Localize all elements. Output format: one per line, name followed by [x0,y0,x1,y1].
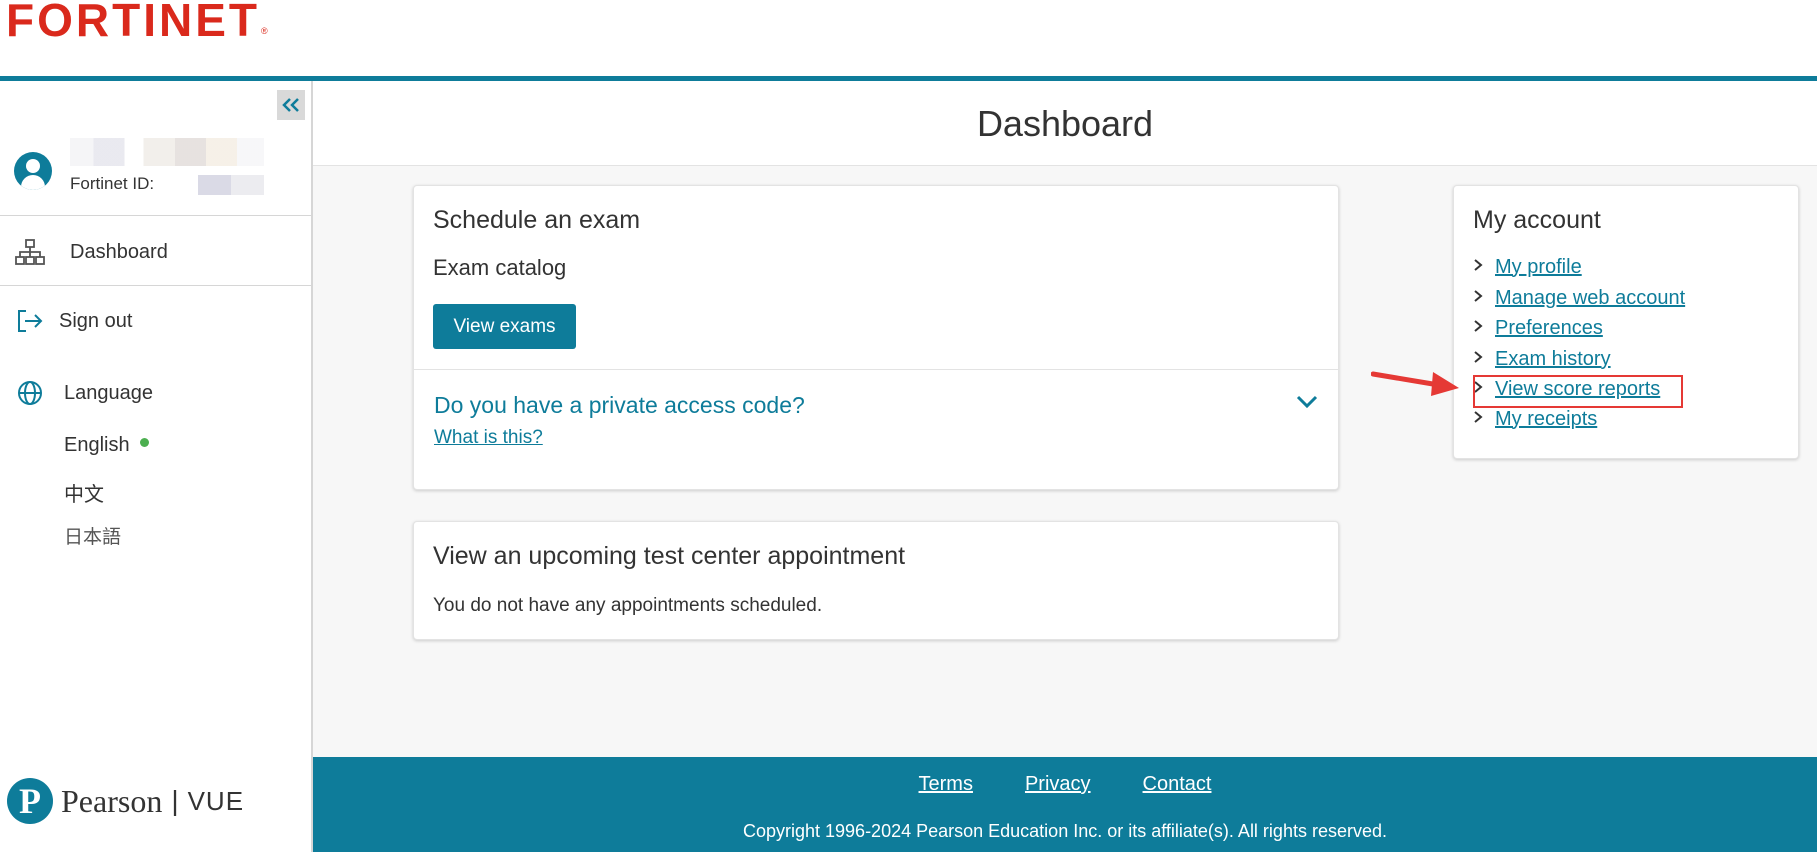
private-access-code-toggle[interactable]: Do you have a private access code? [434,392,805,419]
sidebar-divider [0,285,311,286]
language-option-english[interactable]: English [64,434,149,457]
my-profile-link[interactable]: My profile [1473,254,1713,280]
language-option-label: 日本語 [64,527,122,548]
logo-separator: | [171,785,179,816]
schedule-exam-title: Schedule an exam [433,206,641,234]
sign-out-icon [14,305,46,337]
redacted-user-id [198,175,264,195]
chevron-right-icon [1473,319,1495,338]
terms-link[interactable]: Terms [919,773,973,796]
language-label: Language [64,381,153,404]
language-option-label: English [64,434,130,456]
privacy-link[interactable]: Privacy [1025,773,1091,796]
my-receipts-link[interactable]: My receipts [1473,406,1713,432]
language-option-chinese[interactable]: 中文 [64,478,104,507]
fortinet-id-label: Fortinet ID: [70,174,155,193]
top-header: FORTINET ® [0,0,1817,76]
contact-link[interactable]: Contact [1143,773,1212,796]
page-footer: Terms Privacy Contact Copyright 1996-202… [313,757,1817,852]
sidebar-item-label: Dashboard [70,240,168,263]
chevron-right-icon [1473,410,1495,429]
chevron-right-icon [1473,289,1495,308]
my-account-title: My account [1473,206,1601,234]
user-avatar-icon [14,152,52,190]
globe-icon [14,377,46,409]
sidebar-divider [0,215,311,216]
what-is-this-link[interactable]: What is this? [434,427,543,449]
logo-text: FORTINET [6,0,260,46]
pearson-word: Pearson [61,782,163,819]
annotation-arrow-icon [1371,371,1459,396]
collapse-sidebar-button[interactable] [277,90,305,120]
card-divider [414,369,1338,370]
view-exams-label: View exams [453,315,556,337]
sidebar-item-sign-out[interactable]: Sign out [0,296,311,346]
language-option-japanese[interactable]: 日本語 [64,522,121,549]
vue-word: VUE [187,785,245,816]
user-info: Fortinet ID: [0,136,311,216]
chevron-right-icon [1473,350,1495,369]
chevron-right-icon [1473,258,1495,277]
language-heading: Language [0,368,311,418]
no-appointments-message: You do not have any appointments schedul… [433,595,823,616]
footer-links: Terms Privacy Contact [313,773,1817,796]
my-account-card: My account My profile Manage web account… [1453,185,1799,459]
upcoming-appointment-title: View an upcoming test center appointment [433,542,906,570]
schedule-exam-card: Schedule an exam Exam catalog View exams… [413,185,1339,490]
highlight-annotation-box [1473,375,1683,408]
chevron-down-icon[interactable] [1296,395,1318,414]
double-chevron-left-icon [282,98,299,112]
pearson-mark: P [7,778,53,824]
sitemap-icon [14,236,46,268]
redacted-user-name [70,138,264,166]
active-language-indicator [139,438,149,448]
account-link-label: Exam history [1495,347,1611,370]
copyright-text: Copyright 1996-2024 Pearson Education In… [742,821,1387,841]
manage-web-account-link[interactable]: Manage web account [1473,285,1713,311]
exam-catalog-heading: Exam catalog [433,255,567,280]
account-link-label: Manage web account [1495,286,1686,309]
registered-mark: ® [260,26,268,36]
sidebar-item-dashboard[interactable]: Dashboard [0,227,311,277]
fortinet-logo[interactable]: FORTINET ® [6,0,268,46]
language-option-label: 中文 [64,484,104,506]
account-link-label: Preferences [1495,316,1603,339]
page-title-bar: Dashboard [313,81,1817,166]
sidebar-item-label: Sign out [59,309,133,332]
pearson-vue-logo: P Pearson | VUE [7,778,244,824]
main-content: Dashboard Schedule an exam Exam catalog … [313,81,1817,758]
sidebar: Fortinet ID: Dashboard Sign out Language… [0,81,313,852]
account-link-label: My receipts [1495,407,1598,430]
exam-history-link[interactable]: Exam history [1473,346,1713,372]
upcoming-appointment-card: View an upcoming test center appointment… [413,521,1339,640]
preferences-link[interactable]: Preferences [1473,315,1713,341]
page-title: Dashboard [976,103,1154,144]
account-link-label: My profile [1495,255,1582,278]
view-exams-button[interactable]: View exams [433,304,576,349]
